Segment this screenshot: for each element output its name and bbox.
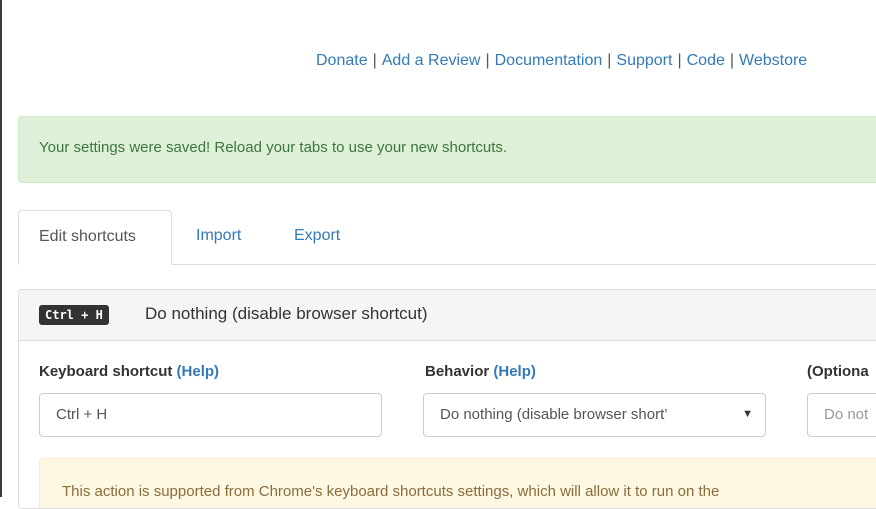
shortcut-panel: Ctrl + H Do nothing (disable browser sho… xyxy=(18,289,876,509)
behavior-help-link[interactable]: (Help) xyxy=(493,363,536,380)
optional-placeholder: Do not xyxy=(824,406,869,423)
behavior-label: Behavior (Help) xyxy=(425,363,536,380)
optional-input[interactable]: Do not xyxy=(807,393,876,437)
keyboard-shortcut-label: Keyboard shortcut (Help) xyxy=(39,363,219,380)
keyboard-shortcut-label-text: Keyboard shortcut xyxy=(39,363,173,380)
keyboard-help-link[interactable]: (Help) xyxy=(177,363,220,380)
shortcut-title: Do nothing (disable browser shortcut) xyxy=(145,304,428,323)
keyboard-shortcut-value: Ctrl + H xyxy=(56,406,108,423)
code-link[interactable]: Code xyxy=(687,52,725,69)
behavior-select[interactable]: Do nothing (disable browser short’ ▼ xyxy=(423,393,766,437)
donate-link[interactable]: Donate xyxy=(316,52,368,69)
behavior-selected-value: Do nothing (disable browser short’ xyxy=(440,406,668,423)
tab-export[interactable]: Export xyxy=(294,210,340,264)
link-separator: | xyxy=(729,52,735,69)
link-separator: | xyxy=(677,52,682,69)
keyboard-shortcut-input[interactable]: Ctrl + H xyxy=(39,393,382,437)
support-link[interactable]: Support xyxy=(616,52,672,69)
window-left-border xyxy=(0,0,2,497)
documentation-link[interactable]: Documentation xyxy=(495,52,603,69)
tab-bar: Edit shortcuts Import Export xyxy=(18,210,876,265)
webstore-link[interactable]: Webstore xyxy=(739,52,807,69)
tab-edit-shortcuts[interactable]: Edit shortcuts xyxy=(18,210,172,265)
add-review-link[interactable]: Add a Review xyxy=(382,52,481,69)
alert-message: Your settings were saved! Reload your ta… xyxy=(39,139,508,156)
support-notice-text: This action is supported from Chrome's k… xyxy=(62,483,720,500)
success-alert: Your settings were saved! Reload your ta… xyxy=(18,116,876,183)
link-separator: | xyxy=(607,52,612,69)
behavior-label-text: Behavior xyxy=(425,363,490,380)
shortcut-panel-header[interactable]: Ctrl + H Do nothing (disable browser sho… xyxy=(19,290,876,341)
optional-label: (Optiona xyxy=(807,363,869,380)
header-links: Donate | Add a Review | Documentation | Suppor… xyxy=(316,52,807,70)
caret-down-icon: ▼ xyxy=(742,408,753,420)
support-notice: This action is supported from Chrome's k… xyxy=(39,458,876,508)
tab-import[interactable]: Import xyxy=(196,210,241,264)
link-separator: | xyxy=(485,52,490,69)
shortcut-key-badge: Ctrl + H xyxy=(39,305,109,325)
link-separator: | xyxy=(372,52,377,69)
